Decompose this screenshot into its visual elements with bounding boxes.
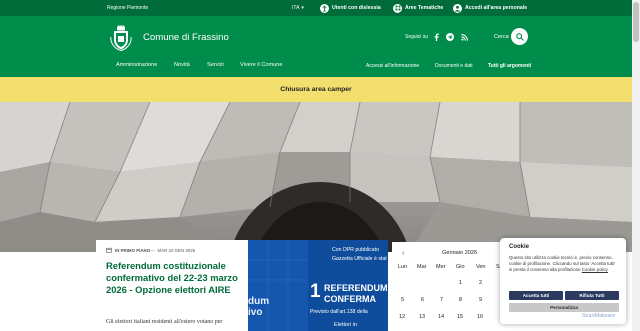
alert-banner[interactable]: Chiusura area camper <box>0 77 632 102</box>
user-icon <box>453 3 462 13</box>
calendar-dow: Gio <box>456 264 465 270</box>
scrollbar-thumb[interactable] <box>633 2 639 42</box>
cookie-title: Cookie <box>509 244 530 250</box>
ref-bottom-text: Previsto dall'art.138 della <box>310 309 368 315</box>
cookie-policy-link[interactable]: Cookie policy <box>582 267 608 272</box>
grid-icon <box>393 3 402 13</box>
search-icon <box>515 32 524 41</box>
news-card[interactable]: IN PRIMO PIANO — MAR 20 GEN 2026 Referen… <box>96 240 248 331</box>
nav-item-novita[interactable]: Novità <box>174 62 190 68</box>
ref-big-number: 1 <box>310 281 321 302</box>
facebook-icon[interactable] <box>431 32 441 42</box>
referendum-image[interactable]: Con DPR pubblicato Gazzetta Ufficiale è … <box>248 240 388 331</box>
nav-item-tutti-argomenti[interactable]: Tutti gli argomenti <box>488 63 531 69</box>
region-link[interactable]: Regione Piemonte <box>107 5 148 11</box>
customize-button[interactable]: Personalizza <box>509 303 619 312</box>
personal-area-label: Accedi all'area personale <box>465 5 528 11</box>
dyslexia-toggle[interactable]: Utenti con dislessia <box>320 2 381 14</box>
language-selector[interactable]: ITA ▾ <box>292 5 304 11</box>
news-title[interactable]: Referendum costituzionale confermativo d… <box>106 260 240 296</box>
nav-item-amministrazione[interactable]: Amministrazione <box>116 62 157 68</box>
dyslexia-label: Utenti con dislessia <box>332 5 381 11</box>
accept-all-button[interactable]: Accetta tutti <box>509 291 563 300</box>
calendar-day[interactable]: 9 <box>479 297 482 303</box>
nav-item-servizi[interactable]: Servizi <box>207 62 224 68</box>
telegram-icon[interactable] <box>445 32 455 42</box>
calendar-day[interactable]: 2 <box>479 280 482 286</box>
ref-left-1: dum <box>248 296 270 307</box>
accessibility-icon <box>320 3 329 13</box>
ref-big-line-2: CONFERMA <box>324 294 376 304</box>
calendar-dow: Lun <box>398 264 408 270</box>
nav-item-accessi-informazione[interactable]: Accessi all'informazione <box>366 63 419 69</box>
site-header: Comune di Frassino Seguici su Cerca Ammi… <box>0 16 632 77</box>
news-meta: IN PRIMO PIANO — MAR 20 GEN 2026 <box>106 247 195 253</box>
personal-area-login[interactable]: Accedi all'area personale <box>453 2 527 14</box>
ref-line-2: Gazzetta Ufficiale è stat <box>332 256 387 262</box>
calendar-day[interactable]: 7 <box>440 297 443 303</box>
thematic-areas-link[interactable]: Aree Tematiche <box>393 2 443 14</box>
calendar-month: Gennaio 2026 <box>442 250 478 256</box>
news-category[interactable]: IN PRIMO PIANO <box>115 248 150 253</box>
ref-big-line-1: REFERENDUM <box>324 283 388 293</box>
calendar-day[interactable]: 13 <box>419 314 425 320</box>
calendar-day[interactable]: 5 <box>401 297 404 303</box>
calendar-day[interactable]: 8 <box>459 297 462 303</box>
calendar-dow: Ven <box>476 264 486 270</box>
ref-left-text: dum ivo <box>248 296 269 318</box>
hero-image <box>0 102 632 252</box>
calendar-header: ‹ Gennaio 2026 <box>392 246 512 260</box>
ref-top-text: Con DPR pubblicato Gazzetta Ufficiale è … <box>332 246 387 264</box>
ref-line-1: Con DPR pubblicato <box>332 247 380 253</box>
alert-text: Chiusura area camper <box>280 86 352 93</box>
calendar-day[interactable]: 12 <box>399 314 405 320</box>
meta-separator: — <box>150 247 155 253</box>
calendar-day[interactable]: 16 <box>477 314 483 320</box>
nav-item-documenti-dati[interactable]: Documenti e dati <box>435 63 473 69</box>
thematic-areas-label: Aree Tematiche <box>405 5 444 11</box>
search-label: Cerca <box>494 34 509 40</box>
cookie-text: Questo sito utilizza cookie tecnici e, p… <box>509 255 619 273</box>
calendar-day[interactable]: 14 <box>438 314 444 320</box>
page-scrollbar[interactable] <box>632 0 640 331</box>
chevron-down-icon: ▾ <box>301 5 304 11</box>
news-excerpt: Gli elettori italiani residenti all'este… <box>106 319 223 325</box>
search-button[interactable] <box>511 28 528 45</box>
rss-icon[interactable] <box>459 32 469 42</box>
ref-big-text: REFERENDUM CONFERMA <box>324 283 388 305</box>
calendar-icon <box>106 247 112 253</box>
news-date: MAR 20 GEN 2026 <box>157 247 196 253</box>
top-utility-bar: Regione Piemonte ITA ▾ Utenti con disless… <box>0 0 632 16</box>
language-label: ITA <box>292 5 300 11</box>
calendar-day[interactable]: 15 <box>457 314 463 320</box>
calendar-day[interactable]: 1 <box>459 280 462 286</box>
watermark: ScanMalware <box>582 313 616 319</box>
ref-small-bottom: Elettori in <box>334 322 357 328</box>
calendar-dow: Mar <box>417 264 427 270</box>
reject-all-button[interactable]: Rifiuta Tutti <box>565 291 619 300</box>
social-label: Seguici su <box>405 34 429 40</box>
nav-item-vivere-il-comune[interactable]: Vivere il Comune <box>240 62 283 68</box>
cookie-banner: Cookie Questo sito utilizza cookie tecni… <box>500 238 626 324</box>
coat-of-arms-logo[interactable] <box>110 25 132 52</box>
chevron-left-icon[interactable]: ‹ <box>402 250 404 257</box>
calendar-dow: Mer <box>436 264 446 270</box>
ref-left-2: ivo <box>248 307 263 318</box>
site-title[interactable]: Comune di Frassino <box>143 32 229 43</box>
calendar-widget: ‹ Gennaio 2026 Lun Mar Mer Gio Ven Sab 1… <box>392 242 512 331</box>
calendar-day[interactable]: 6 <box>421 297 424 303</box>
